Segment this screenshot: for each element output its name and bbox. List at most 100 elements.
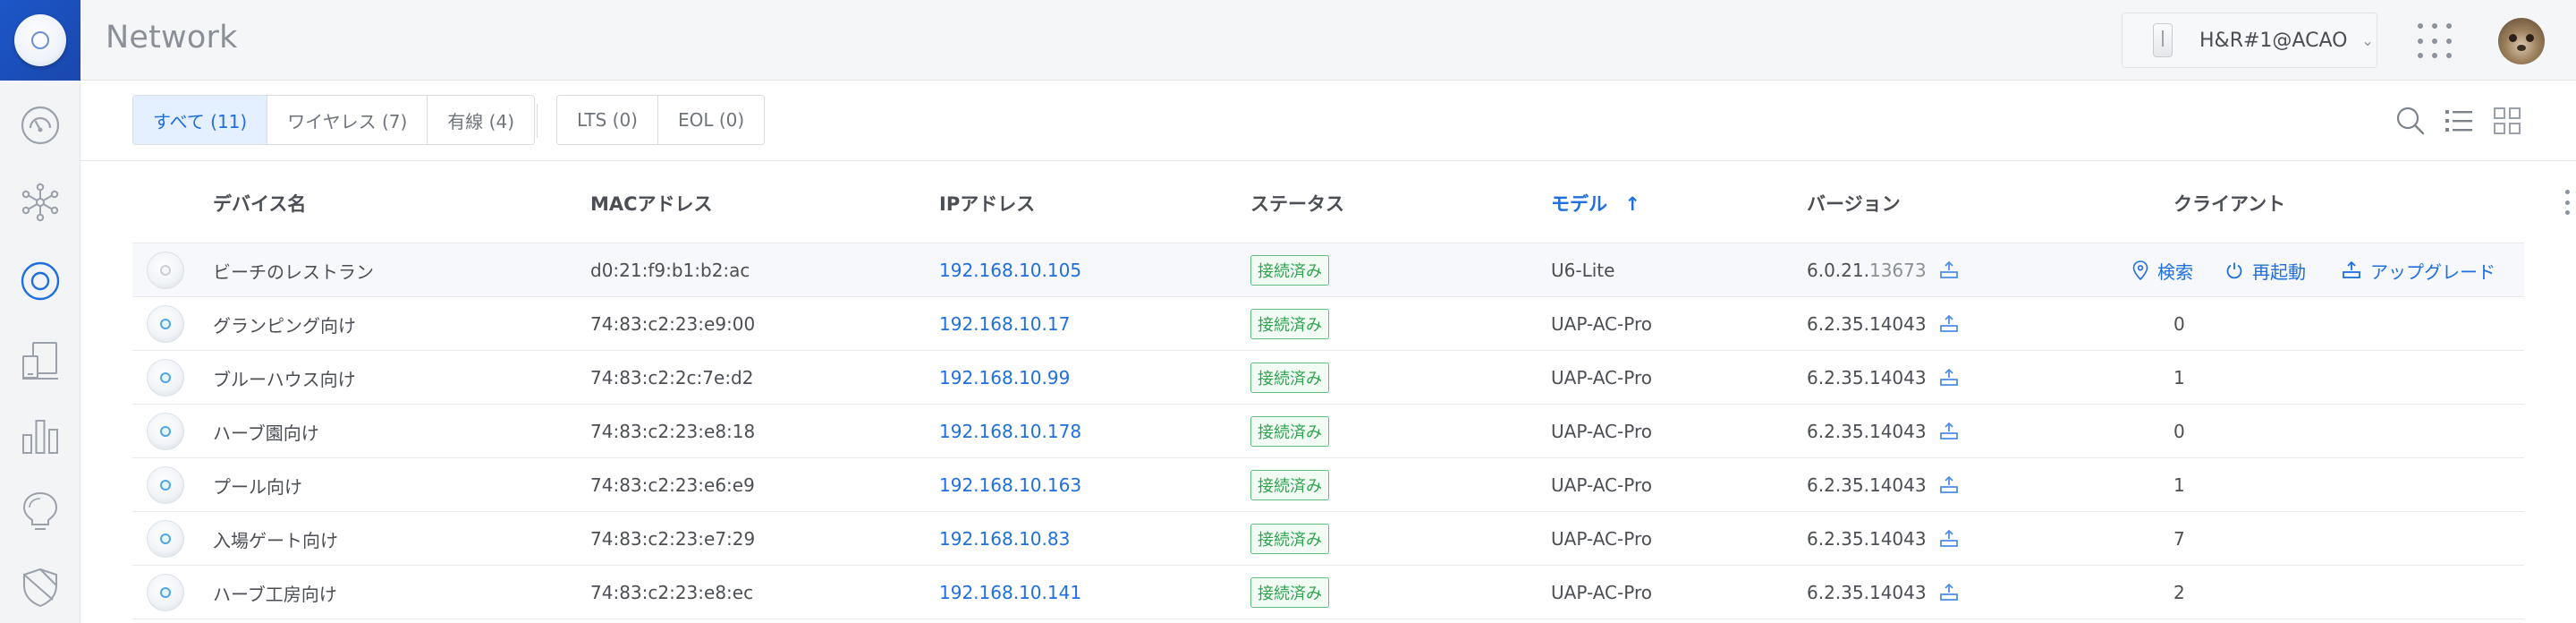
device-type-filter: すべて (11) ワイヤレス (7) 有線 (4) [132, 95, 535, 145]
ip-address-link[interactable]: 192.168.10.105 [939, 243, 1081, 297]
lightbulb-icon [22, 491, 58, 530]
device-name[interactable]: ビーチのレストラン [213, 243, 374, 297]
sidebar-item-clients[interactable] [19, 338, 62, 381]
ip-address-link[interactable]: 192.168.10.99 [939, 351, 1070, 405]
sidebar-item-devices[interactable] [19, 260, 62, 303]
tab-wired[interactable]: 有線 (4) [428, 96, 534, 144]
list-view-icon[interactable] [2440, 102, 2478, 140]
table-row[interactable]: プール向け 74:83:c2:23:e6:e9 192.168.10.163 接続済み… [132, 458, 2524, 512]
version-cell: 6.0.21.13673 [1807, 243, 1959, 297]
table-header: デバイス名 MACアドレス IPアドレス ステータス モデル ↑ バージョン ク… [132, 161, 2570, 243]
access-point-device-icon [147, 305, 184, 343]
model: UAP-AC-Pro [1551, 367, 1652, 388]
column-mac-address[interactable]: MACアドレス [590, 190, 713, 217]
sidebar-item-statistics[interactable] [19, 414, 62, 457]
grid-view-icon[interactable] [2488, 102, 2526, 140]
firmware-version-major: 6.0.21. [1807, 260, 1869, 281]
logo-disc-icon [14, 14, 66, 66]
mac-address: 74:83:c2:23:e6:e9 [590, 474, 755, 496]
upgrade-label: アップグレード [2370, 260, 2496, 283]
power-icon [2226, 262, 2242, 279]
upgrade-available-icon[interactable] [1939, 422, 1959, 441]
status-cell: 接続済み [1250, 297, 1329, 351]
sidebar-item-dashboard[interactable] [19, 104, 62, 147]
filter-toolbar: すべて (11) ワイヤレス (7) 有線 (4) LTS (0) EOL (0… [80, 81, 2576, 161]
device-name[interactable]: プール向け [213, 458, 302, 512]
device-name[interactable]: グランピング向け [213, 297, 356, 351]
ip-address-link[interactable]: 192.168.10.141 [939, 566, 1081, 619]
status-badge: 接続済み [1250, 255, 1329, 286]
column-model-label: モデル [1551, 193, 1607, 215]
location-pin-icon [2132, 260, 2148, 280]
status-badge: 接続済み [1250, 524, 1329, 554]
access-point-device-icon [147, 252, 184, 289]
model: UAP-AC-Pro [1551, 421, 1652, 442]
column-ip-address[interactable]: IPアドレス [939, 190, 1035, 217]
status-cell: 接続済み [1250, 512, 1329, 566]
tab-wireless[interactable]: ワイヤレス (7) [267, 96, 428, 144]
device-name[interactable]: ブルーハウス向け [213, 351, 356, 405]
column-clients[interactable]: クライアント [2174, 190, 2285, 217]
lifecycle-filter: LTS (0) EOL (0) [556, 95, 766, 145]
column-options-more-icon[interactable] [2558, 186, 2576, 218]
status-badge: 接続済み [1250, 309, 1329, 339]
locate-button[interactable]: 検索 [2132, 258, 2193, 284]
version-cell: 6.2.35.14043 [1807, 458, 1959, 512]
upgrade-available-icon[interactable] [1939, 475, 1959, 495]
ip-address-link[interactable]: 192.168.10.17 [939, 297, 1070, 351]
mac-address: 74:83:c2:23:e7:29 [590, 528, 756, 550]
column-device-name[interactable]: デバイス名 [213, 190, 306, 217]
site-selector[interactable]: H&R#1@ACAO ⌄ [2122, 13, 2377, 68]
upgrade-available-icon[interactable] [1939, 260, 1959, 280]
tab-lts[interactable]: LTS (0) [557, 96, 658, 144]
model: UAP-AC-Pro [1551, 528, 1652, 550]
model: U6-Lite [1551, 260, 1615, 281]
column-version[interactable]: バージョン [1807, 190, 1901, 217]
device-name[interactable]: 入場ゲート向け [213, 512, 338, 566]
restart-button[interactable]: 再起動 [2225, 258, 2306, 284]
status-cell: 接続済み [1250, 351, 1329, 405]
version-cell: 6.2.35.14043 [1807, 405, 1959, 458]
app-launcher-grid-icon[interactable] [2418, 23, 2453, 59]
upgrade-available-icon[interactable] [1939, 368, 1959, 388]
app-title: Network [106, 20, 238, 55]
upgrade-available-icon[interactable] [1939, 583, 1959, 602]
shield-icon [23, 568, 57, 608]
access-point-device-icon [147, 359, 184, 397]
client-count: 2 [2174, 582, 2185, 603]
tab-all[interactable]: すべて (11) [133, 96, 268, 144]
sidebar-item-insights[interactable] [19, 489, 62, 532]
firmware-version-major: 6.2.35.14043 [1807, 421, 1927, 442]
sidebar-item-security[interactable] [19, 566, 62, 609]
table-row[interactable]: ハーブ工房向け 74:83:c2:23:e8:ec 192.168.10.141 接続… [132, 566, 2524, 619]
status-badge: 接続済み [1250, 470, 1329, 500]
upgrade-available-icon[interactable] [1939, 314, 1959, 334]
upgrade-available-icon[interactable] [1939, 529, 1959, 549]
mac-address: 74:83:c2:23:e9:00 [590, 313, 756, 335]
mac-address: 74:83:c2:2c:7e:d2 [590, 367, 754, 388]
ip-address-link[interactable]: 192.168.10.83 [939, 512, 1070, 566]
upgrade-button[interactable]: アップグレード [2342, 258, 2496, 284]
device-name[interactable]: ハーブ工房向け [213, 566, 337, 619]
column-status[interactable]: ステータス [1250, 190, 1344, 217]
table-row[interactable]: ブルーハウス向け 74:83:c2:2c:7e:d2 192.168.10.99 接続… [132, 351, 2524, 405]
device-name[interactable]: ハーブ園向け [213, 405, 319, 458]
sidebar-item-topology[interactable] [19, 181, 62, 224]
firmware-version-major: 6.2.35.14043 [1807, 367, 1927, 388]
topology-icon [21, 183, 59, 222]
ubiquiti-logo[interactable] [0, 0, 80, 81]
table-row[interactable]: グランピング向け 74:83:c2:23:e9:00 192.168.10.17 接続… [132, 297, 2524, 351]
ip-address-link[interactable]: 192.168.10.163 [939, 458, 1081, 512]
user-avatar[interactable] [2498, 18, 2545, 64]
mac-address: 74:83:c2:23:e8:ec [590, 582, 754, 603]
table-row[interactable]: ハーブ園向け 74:83:c2:23:e8:18 192.168.10.178 接続済… [132, 405, 2524, 458]
search-icon[interactable] [2392, 102, 2429, 140]
column-model[interactable]: モデル ↑ [1551, 190, 1640, 217]
table-row[interactable]: 入場ゲート向け 74:83:c2:23:e7:29 192.168.10.83 接続済… [132, 512, 2524, 566]
ip-address-link[interactable]: 192.168.10.178 [939, 405, 1081, 458]
access-point-device-icon [147, 574, 184, 611]
tab-eol[interactable]: EOL (0) [658, 96, 765, 144]
sidebar [0, 0, 80, 623]
firmware-version: 6.2.35.14043 [1807, 528, 1927, 550]
table-row[interactable]: ビーチのレストラン d0:21:f9:b1:b2:ac 192.168.10.105… [132, 243, 2524, 297]
